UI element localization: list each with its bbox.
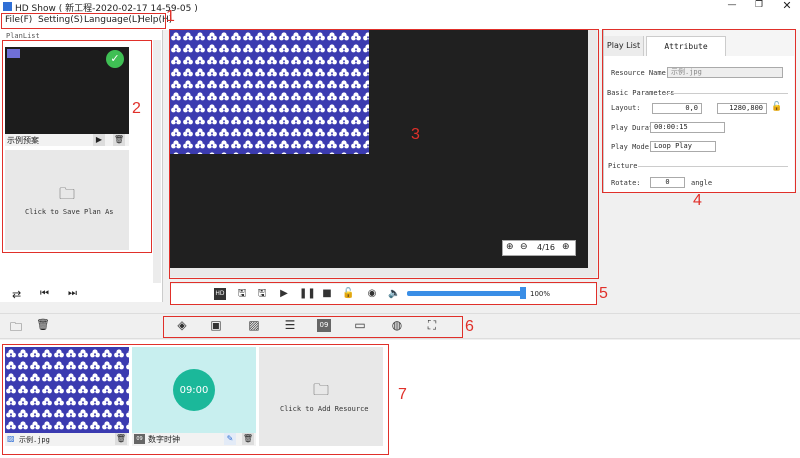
annotation-box-2	[2, 40, 152, 253]
annotation-box-3	[169, 29, 599, 279]
annotation-number-6: 6	[465, 318, 474, 335]
annotation-box-1	[1, 13, 166, 29]
annotation-number-7: 7	[398, 386, 407, 403]
annotation-number-4: 4	[693, 192, 702, 209]
add-folder-icon[interactable]: 🗀	[10, 318, 22, 339]
close-button[interactable]: ✕	[777, 0, 797, 12]
annotation-box-4	[602, 29, 796, 193]
trash-icon[interactable]: 🗑	[36, 318, 50, 331]
plan-list-title: PlanList	[6, 32, 40, 40]
loop-icon[interactable]: ⇄	[12, 288, 21, 301]
next-icon[interactable]: ⏭	[68, 288, 77, 299]
prev-icon[interactable]: ⏮	[40, 288, 49, 299]
plan-list-scrollbar[interactable]	[153, 40, 161, 283]
annotation-number-3: 3	[411, 126, 420, 143]
annotation-number-1: 1	[166, 8, 175, 25]
minimize-button[interactable]: —	[722, 0, 742, 10]
annotation-box-5	[170, 282, 597, 305]
annotation-number-5: 5	[599, 285, 608, 302]
annotation-box-7	[2, 344, 389, 455]
app-icon	[3, 2, 12, 11]
title-bar: HD Show ( 新工程-2020-02-17 14-59-05 ) — ❐ …	[0, 0, 800, 14]
annotation-number-2: 2	[132, 100, 141, 117]
annotation-box-6	[163, 316, 463, 338]
maximize-button[interactable]: ❐	[749, 0, 769, 10]
